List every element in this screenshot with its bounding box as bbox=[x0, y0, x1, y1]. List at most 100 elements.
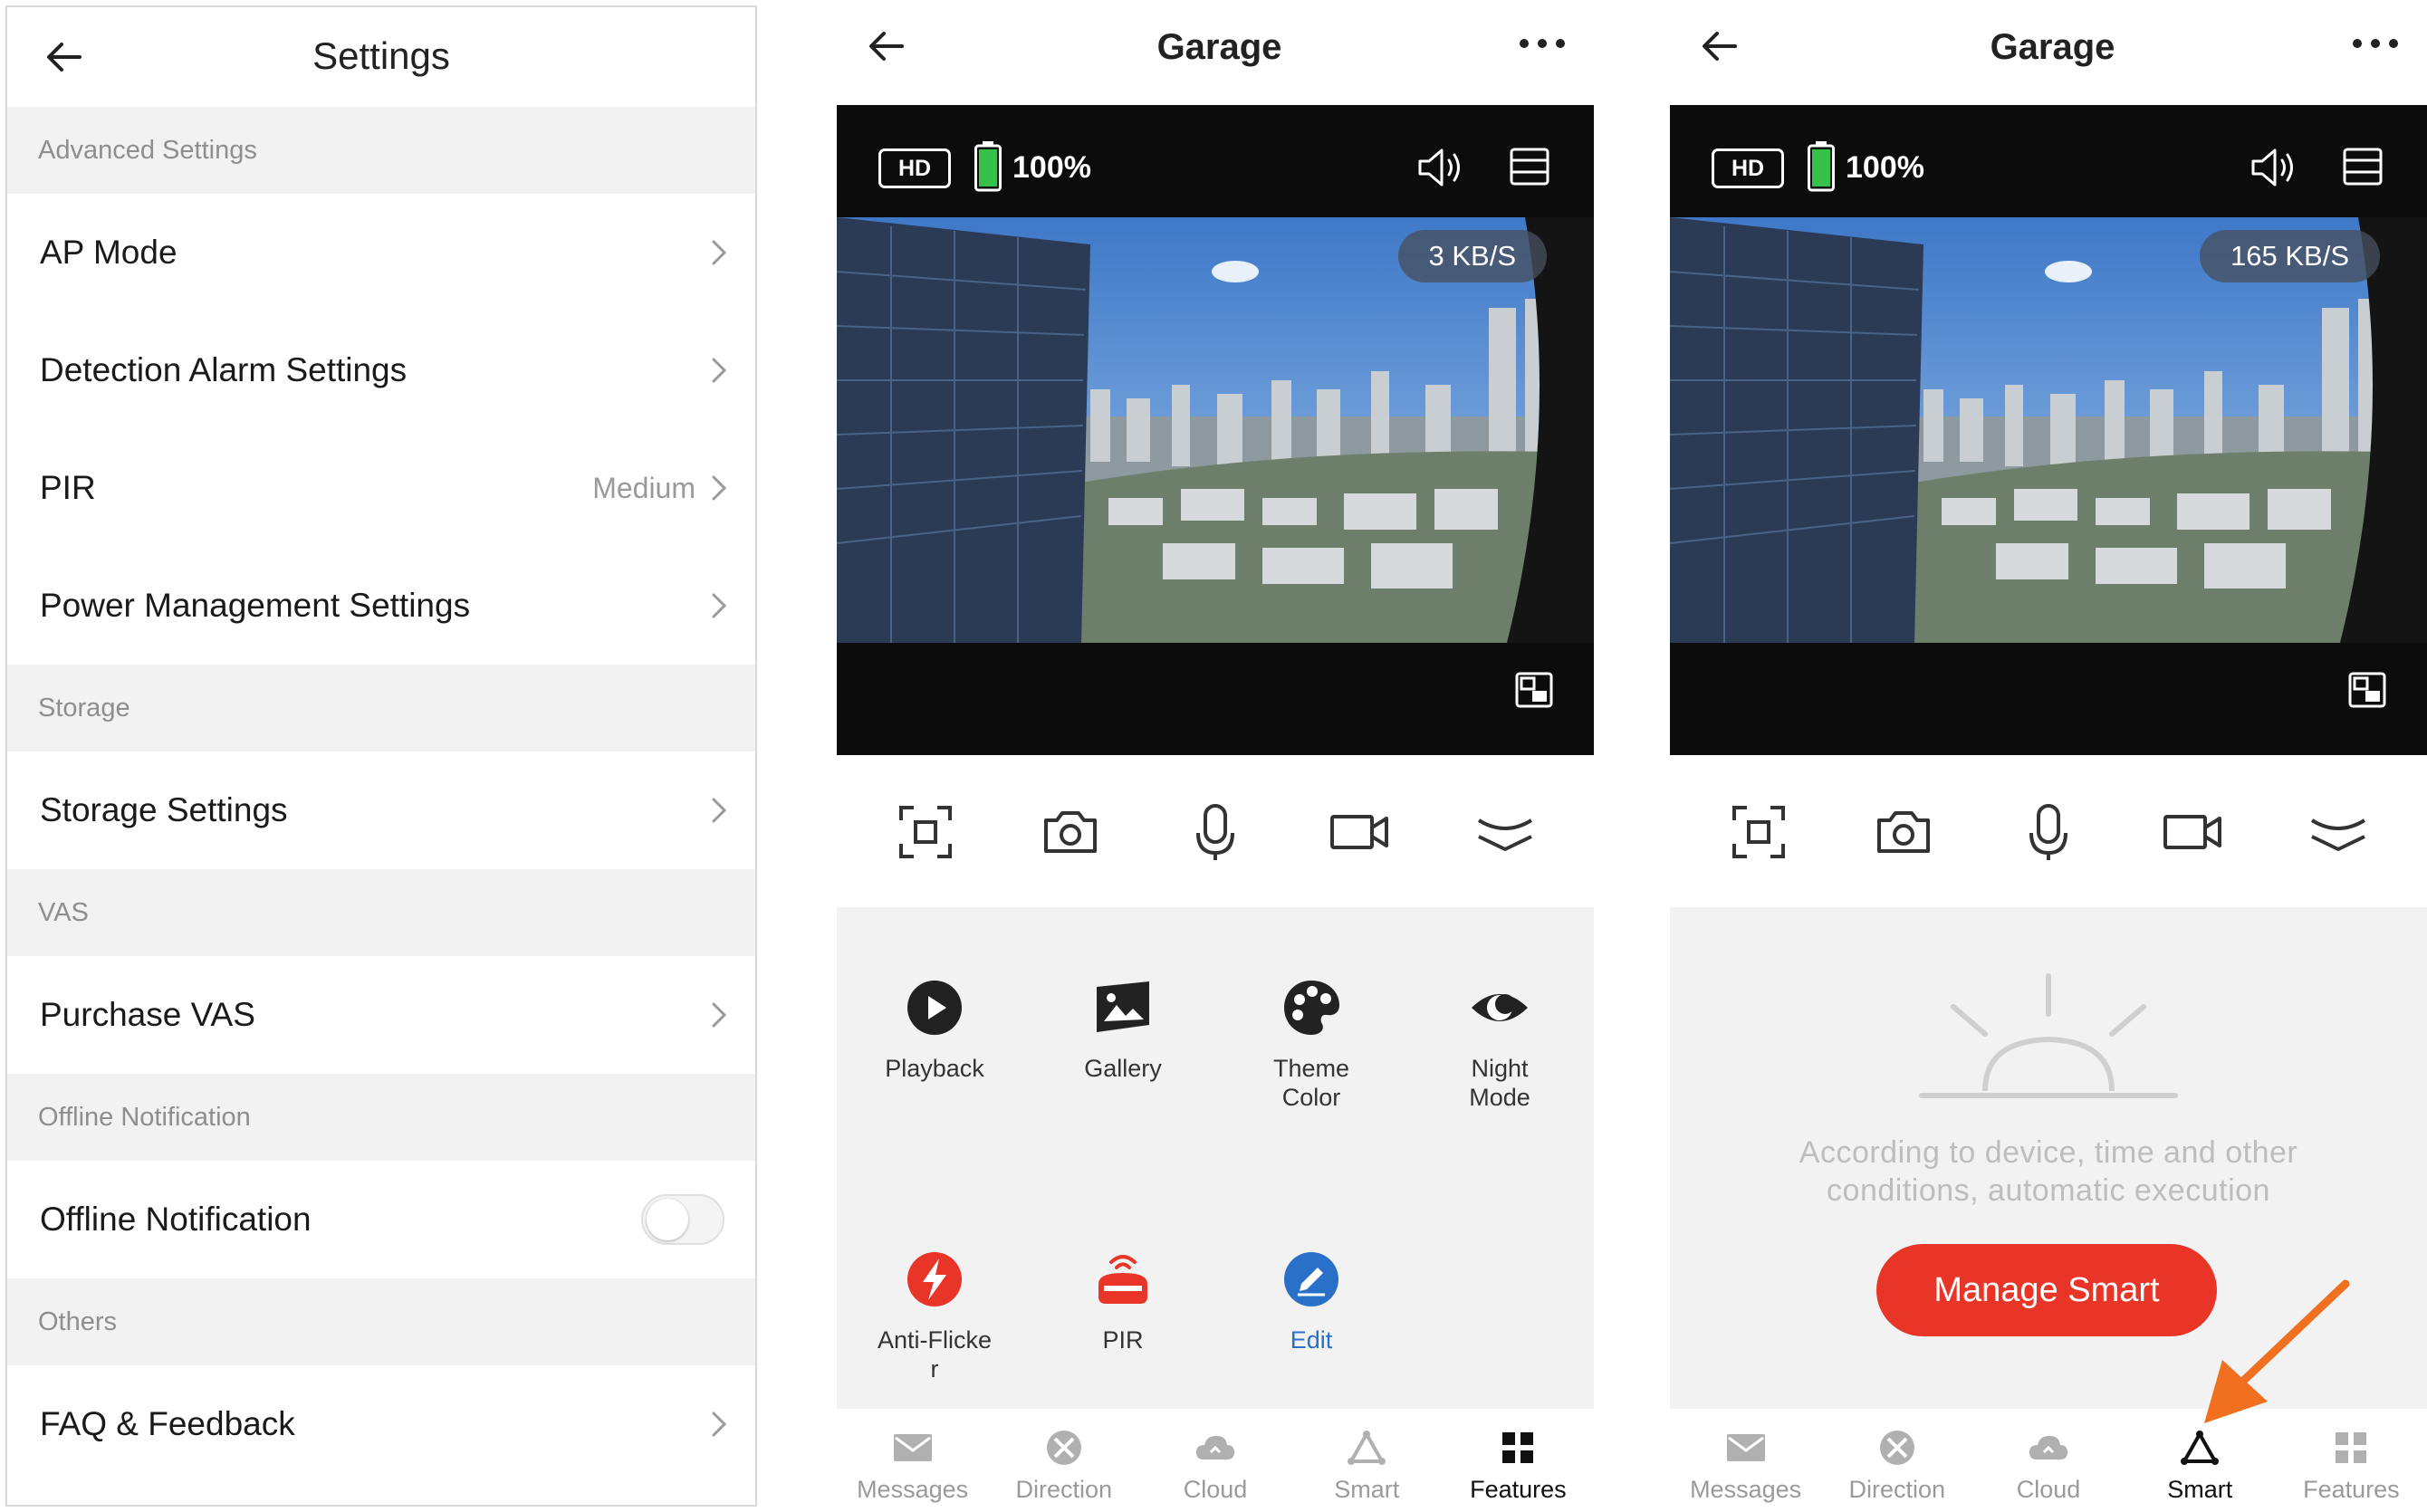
camera-header: Garage bbox=[837, 0, 1602, 101]
feature-anti-flicker[interactable]: Anti-Flicke r bbox=[844, 1248, 1025, 1383]
cloud-icon bbox=[1196, 1436, 1234, 1459]
features-grid: Playback Gallery ThemeColor NightMode bbox=[837, 907, 1594, 1409]
tab-cloud[interactable]: Cloud bbox=[1139, 1409, 1290, 1512]
tab-cloud[interactable]: Cloud bbox=[1972, 1409, 2124, 1512]
tab-smart[interactable]: Smart bbox=[1291, 1409, 1443, 1512]
row-purchase-vas[interactable]: Purchase VAS bbox=[7, 956, 755, 1074]
playback-icon bbox=[907, 981, 962, 1035]
tab-label: Features bbox=[1470, 1476, 1567, 1503]
row-label: Detection Alarm Settings bbox=[40, 351, 408, 388]
tab-messages[interactable]: Messages bbox=[1670, 1409, 1821, 1512]
feature-pir[interactable]: PIR bbox=[1032, 1248, 1214, 1354]
tab-features[interactable]: Features bbox=[1443, 1409, 1594, 1512]
more-options-icon[interactable] bbox=[1515, 25, 1569, 62]
feature-edit[interactable]: Edit bbox=[1221, 1248, 1402, 1354]
battery-icon bbox=[1808, 141, 1835, 192]
tab-direction[interactable]: Direction bbox=[1821, 1409, 1972, 1512]
row-label: AP Mode bbox=[40, 234, 177, 271]
tab-label: Features bbox=[2303, 1476, 2400, 1503]
direction-compass-icon bbox=[1879, 1431, 1914, 1465]
section-header-others: Others bbox=[7, 1278, 755, 1365]
hd-button[interactable]: HD bbox=[1712, 148, 1784, 188]
pir-value: Medium bbox=[592, 471, 695, 504]
picture-in-picture-icon[interactable] bbox=[2347, 671, 2387, 709]
tab-label: Cloud bbox=[1183, 1476, 1248, 1503]
record-video-icon[interactable] bbox=[1329, 800, 1392, 864]
battery-percent: 100% bbox=[1846, 150, 1924, 185]
label-line: Night bbox=[1471, 1055, 1529, 1082]
tab-label: Smart bbox=[1334, 1476, 1400, 1503]
tab-label: Smart bbox=[2167, 1476, 2233, 1503]
label-line: Color bbox=[1281, 1084, 1341, 1111]
tab-messages[interactable]: Messages bbox=[837, 1409, 988, 1512]
tab-direction[interactable]: Direction bbox=[988, 1409, 1139, 1512]
row-label: Offline Notification bbox=[40, 1201, 312, 1238]
messages-envelope-icon bbox=[893, 1434, 932, 1461]
chevron-right-icon bbox=[712, 1412, 727, 1437]
tab-label: Direction bbox=[1848, 1476, 1946, 1503]
offline-notification-toggle[interactable] bbox=[641, 1194, 724, 1245]
camera-controls bbox=[1670, 757, 2427, 907]
row-faq-feedback[interactable]: FAQ & Feedback bbox=[7, 1365, 755, 1483]
video-view[interactable]: HD 100% bbox=[1670, 105, 2427, 755]
microphone-icon[interactable] bbox=[2017, 800, 2080, 864]
row-label: FAQ & Feedback bbox=[40, 1405, 295, 1442]
section-header-storage: Storage bbox=[7, 665, 755, 751]
label-line: r bbox=[930, 1355, 939, 1383]
speaker-icon[interactable] bbox=[1416, 145, 1465, 190]
feature-label: Gallery bbox=[1084, 1055, 1162, 1082]
feature-night-mode[interactable]: Night Mode bbox=[1409, 976, 1590, 1112]
row-label: Power Management Settings bbox=[40, 587, 471, 624]
record-video-icon[interactable] bbox=[2162, 800, 2225, 864]
section-header-offline: Offline Notification bbox=[7, 1074, 755, 1161]
feature-playback[interactable]: Playback bbox=[844, 976, 1025, 1083]
feature-label: Playback bbox=[885, 1055, 984, 1082]
lightning-icon bbox=[907, 1252, 962, 1306]
feature-label: Edit bbox=[1290, 1326, 1333, 1354]
messages-envelope-icon bbox=[1726, 1434, 1765, 1461]
row-power-management[interactable]: Power Management Settings bbox=[7, 547, 755, 665]
video-status-bar: HD 100% bbox=[837, 105, 1594, 217]
screenshot-frame-icon[interactable] bbox=[894, 800, 957, 864]
bitrate-badge: 165 KB/S bbox=[2200, 230, 2380, 282]
speaker-icon[interactable] bbox=[2250, 145, 2298, 190]
camera-header: Garage bbox=[1670, 0, 2427, 101]
camera-snapshot-icon[interactable] bbox=[1872, 800, 1935, 864]
hd-button[interactable]: HD bbox=[878, 148, 951, 188]
row-label: PIR bbox=[40, 469, 96, 506]
chevron-right-icon bbox=[712, 475, 727, 501]
feature-label: Anti-Flicke r bbox=[844, 1325, 1025, 1383]
row-ap-mode[interactable]: AP Mode bbox=[7, 194, 755, 311]
camera-controls bbox=[837, 757, 1594, 907]
settings-list: Advanced Settings AP Mode Detection Alar… bbox=[7, 107, 755, 1483]
sunrise-icon bbox=[1919, 973, 2178, 1098]
microphone-icon[interactable] bbox=[1184, 800, 1247, 864]
bitrate-badge: 3 KB/S bbox=[1397, 230, 1547, 282]
layout-menu-icon[interactable] bbox=[1509, 147, 1550, 187]
device-title: Garage bbox=[1156, 27, 1282, 67]
screenshot-frame-icon[interactable] bbox=[1727, 800, 1790, 864]
chevron-right-icon bbox=[712, 240, 727, 265]
row-pir[interactable]: PIR Medium bbox=[7, 429, 755, 547]
collapse-chevron-icon[interactable] bbox=[1473, 800, 1537, 864]
camera-snapshot-icon[interactable] bbox=[1039, 800, 1102, 864]
device-title: Garage bbox=[1990, 27, 2115, 67]
picture-in-picture-icon[interactable] bbox=[1514, 671, 1554, 709]
more-options-icon[interactable] bbox=[2348, 25, 2403, 62]
row-detection-alarm[interactable]: Detection Alarm Settings bbox=[7, 311, 755, 429]
toggle-knob bbox=[647, 1199, 688, 1240]
feature-gallery[interactable]: Gallery bbox=[1032, 976, 1214, 1083]
feature-label: Night Mode bbox=[1409, 1054, 1590, 1112]
video-view[interactable]: HD 100% bbox=[837, 105, 1594, 755]
tab-label: Messages bbox=[1690, 1476, 1802, 1503]
feature-theme-color[interactable]: Theme Color bbox=[1221, 976, 1402, 1112]
layout-menu-icon[interactable] bbox=[2342, 147, 2384, 187]
row-storage-settings[interactable]: Storage Settings bbox=[7, 751, 755, 869]
tab-label: Direction bbox=[1015, 1476, 1113, 1503]
collapse-chevron-icon[interactable] bbox=[2307, 800, 2370, 864]
feature-label: PIR bbox=[1102, 1326, 1144, 1354]
manage-smart-button[interactable]: Manage Smart bbox=[1876, 1244, 2217, 1336]
section-header-vas: VAS bbox=[7, 869, 755, 956]
label-line: Theme bbox=[1272, 1055, 1350, 1082]
direction-compass-icon bbox=[1046, 1431, 1081, 1465]
